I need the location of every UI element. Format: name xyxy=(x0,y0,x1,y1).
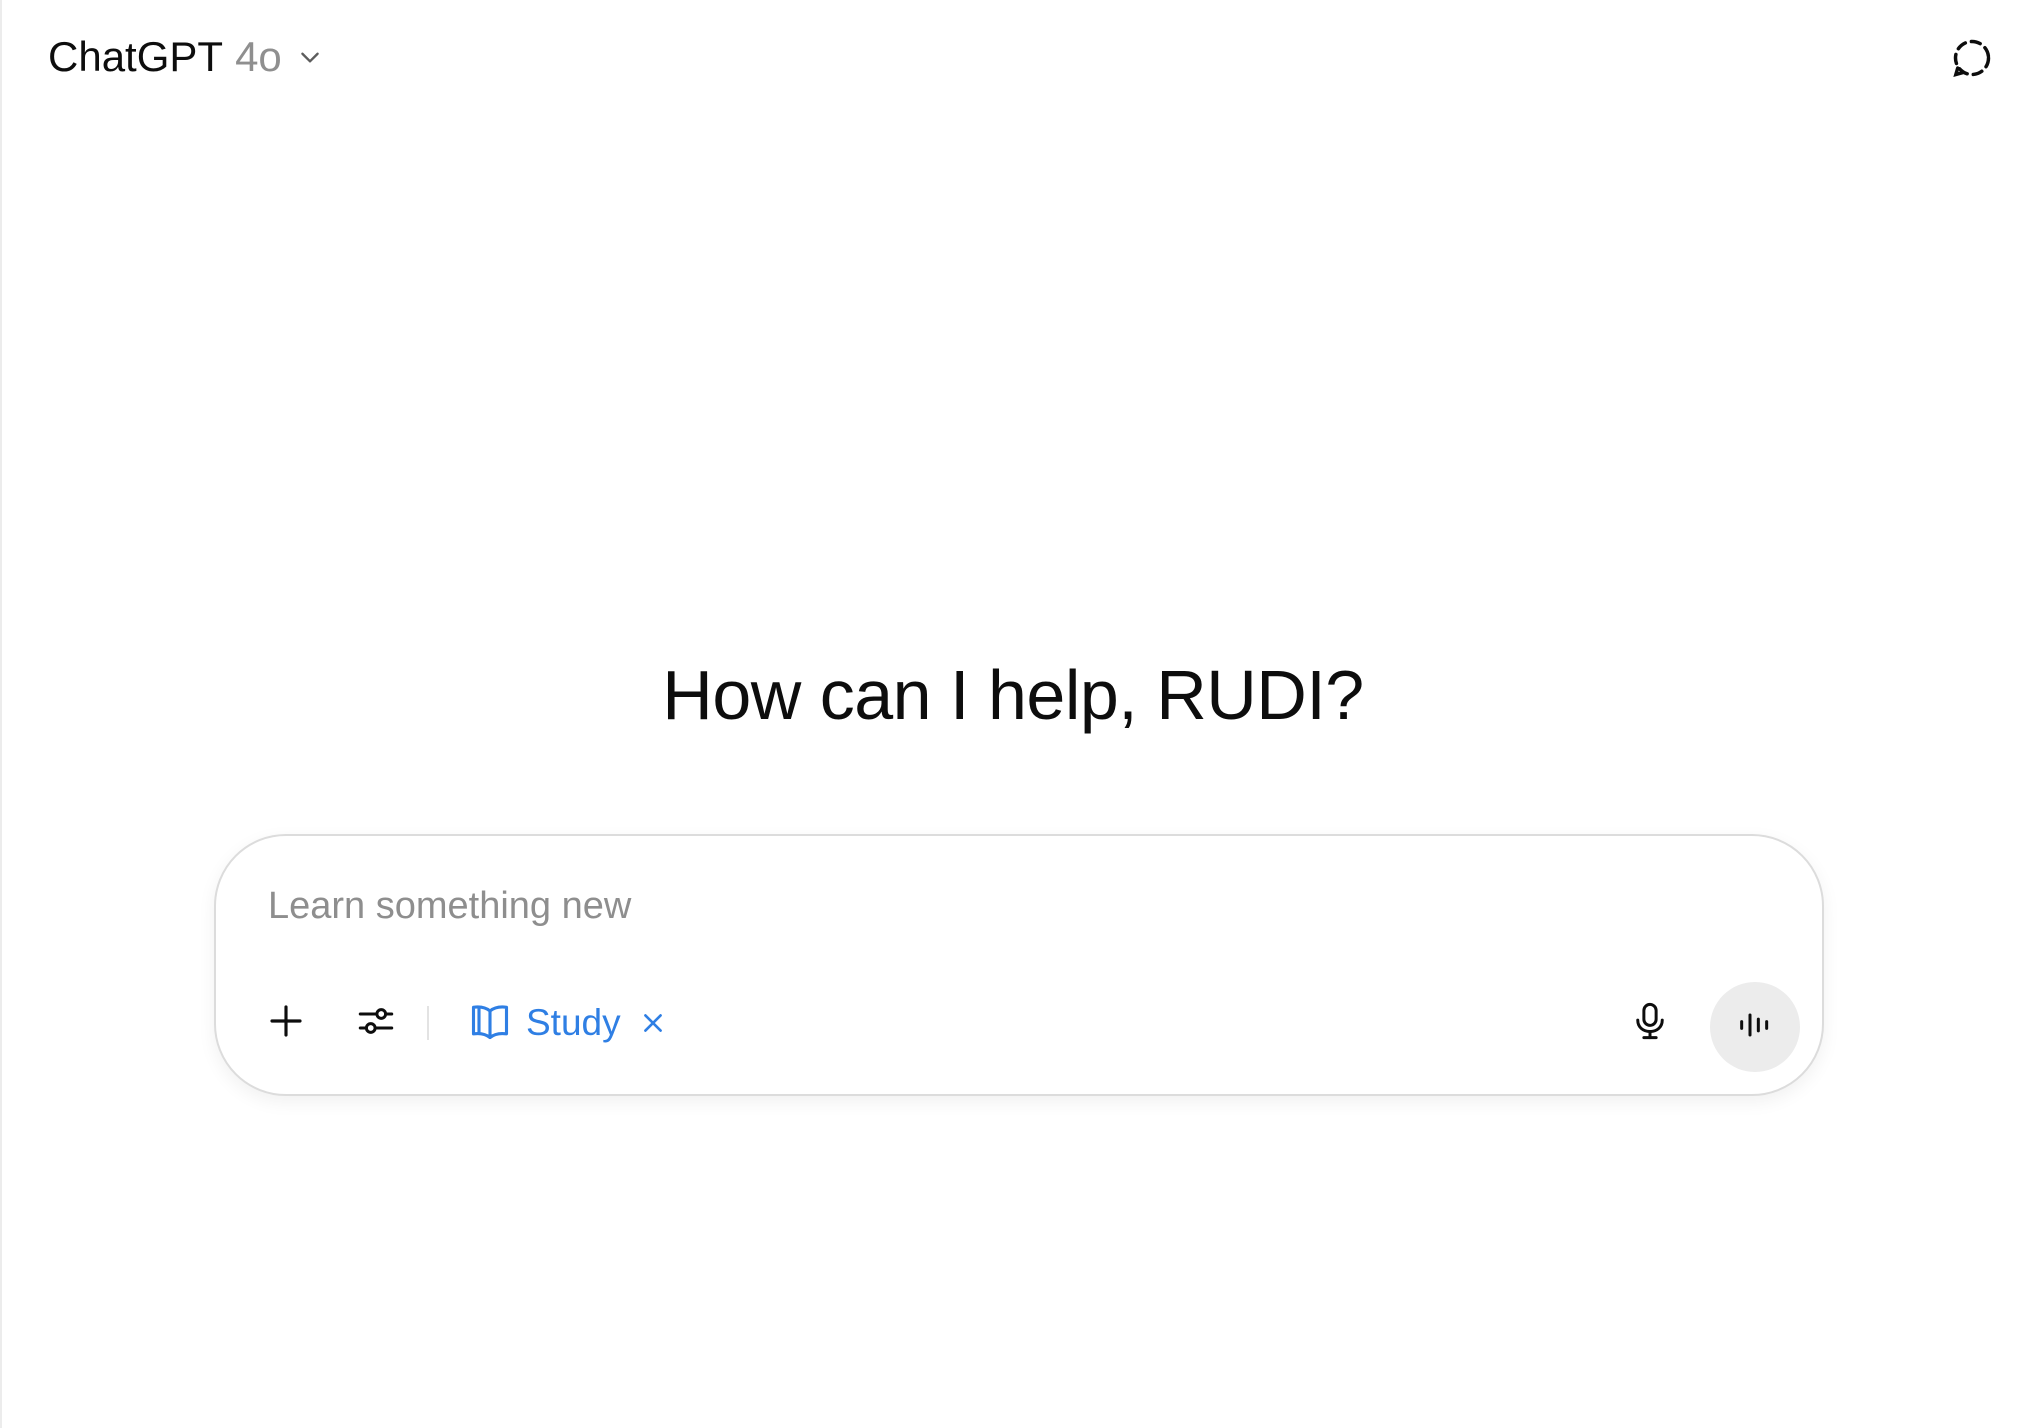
brand-name: ChatGPT xyxy=(48,33,224,80)
sound-wave-icon xyxy=(1735,1005,1775,1050)
plus-icon xyxy=(265,1000,307,1047)
tools-button[interactable] xyxy=(340,987,412,1059)
model-version: 4o xyxy=(235,33,282,80)
study-mode-pill[interactable]: Study xyxy=(456,986,683,1060)
close-icon[interactable] xyxy=(635,1005,671,1041)
dictate-button[interactable] xyxy=(1614,987,1686,1059)
sliders-icon xyxy=(355,1000,397,1047)
toolbar-divider xyxy=(427,1006,429,1040)
greeting-heading: How can I help, RUDI? xyxy=(662,656,1364,734)
add-attachment-button[interactable] xyxy=(250,987,322,1059)
microphone-icon xyxy=(1629,1000,1671,1047)
model-selector[interactable]: ChatGPT 4o xyxy=(40,28,334,86)
voice-mode-button[interactable] xyxy=(1710,982,1800,1072)
dashed-chat-bubble-icon xyxy=(1950,36,1994,85)
prompt-composer: Study xyxy=(214,834,1824,1096)
prompt-input[interactable] xyxy=(268,876,1668,936)
chevron-down-icon xyxy=(294,41,326,73)
study-mode-label: Study xyxy=(526,1002,621,1043)
open-book-icon xyxy=(468,999,512,1048)
temporary-chat-button[interactable] xyxy=(1944,32,2000,88)
